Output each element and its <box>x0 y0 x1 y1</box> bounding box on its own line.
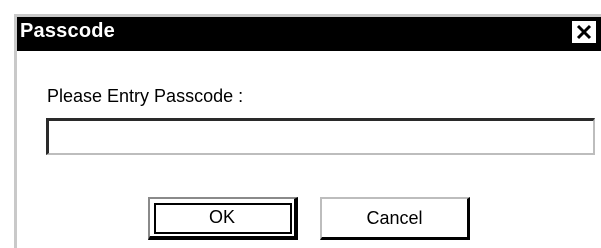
page: Passcode Please Entry Passcode : OK Canc… <box>0 0 601 248</box>
close-icon <box>576 24 592 40</box>
window-title: Passcode <box>20 20 115 42</box>
cancel-button[interactable]: Cancel <box>320 197 470 240</box>
title-bar[interactable]: Passcode <box>17 17 601 51</box>
ok-button[interactable]: OK <box>148 197 298 240</box>
passcode-dialog: Passcode Please Entry Passcode : OK Canc… <box>14 14 601 248</box>
passcode-input[interactable] <box>46 118 595 155</box>
close-button[interactable] <box>571 20 597 44</box>
passcode-prompt-label: Please Entry Passcode : <box>47 86 244 106</box>
